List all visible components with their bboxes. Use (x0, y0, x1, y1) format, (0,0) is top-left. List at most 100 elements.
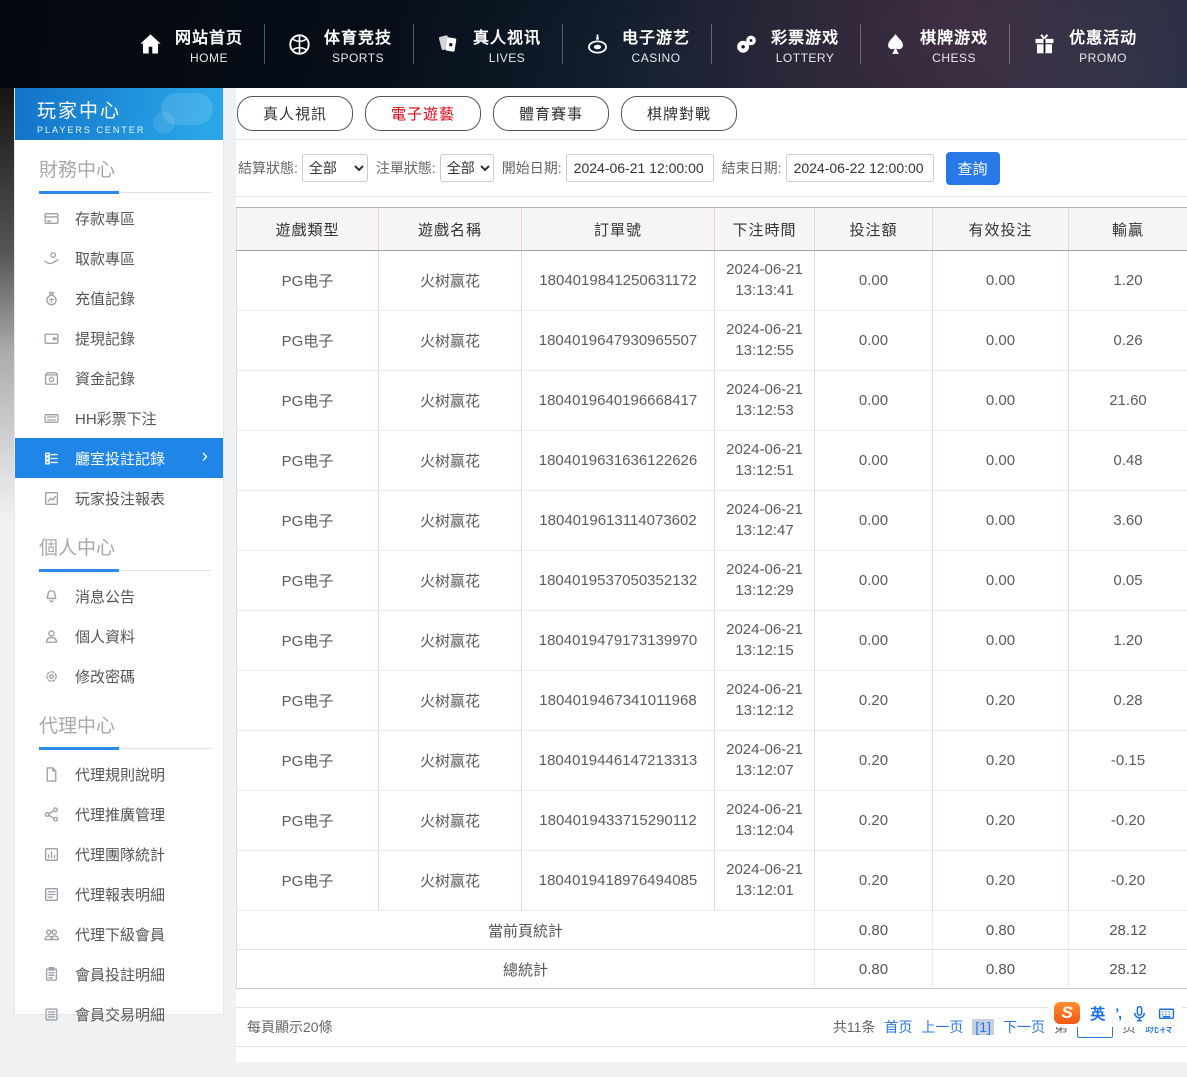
valid-bet-cell: 0.00 (933, 551, 1069, 611)
end-date-input[interactable] (786, 154, 934, 182)
sidebar-item[interactable]: 提現記錄 (15, 318, 223, 358)
pagination-bar: 每頁顯示20條 共11条 首页 上一页 [1] 下一页 第 页 跳转 (236, 1007, 1187, 1047)
win-loss-cell: -0.20 (1069, 851, 1187, 911)
table-row: PG电子火树赢花18040194337152901122024-06-2113:… (237, 791, 1187, 851)
ime-punctuation-toggle[interactable]: ’, (1115, 1005, 1121, 1021)
sidebar-item[interactable]: 存款專區 (15, 198, 223, 238)
sidebar-item-label: 玩家投注報表 (75, 488, 165, 509)
nav-item-promo[interactable]: 优惠活动PROMO (1010, 24, 1158, 65)
background-shade (0, 88, 14, 518)
start-date-label: 開始日期: (502, 158, 562, 178)
nav-label-zh: 真人视讯 (473, 24, 541, 48)
microphone-icon[interactable] (1131, 1005, 1148, 1022)
sidebar-item-label: 取款專區 (75, 248, 135, 269)
summary-label: 總統計 (237, 950, 815, 989)
ime-toolbar: S 英 ’, (1047, 999, 1182, 1027)
nav-item-home[interactable]: 网站首页HOME (116, 24, 264, 65)
sidebar-item[interactable]: 會員交易明細 (15, 994, 223, 1034)
sidebar-item[interactable]: 代理規則說明 (15, 754, 223, 794)
start-date-input[interactable] (566, 154, 714, 182)
virtual-keyboard-icon[interactable] (1158, 1005, 1175, 1022)
win-loss-cell: 21.60 (1069, 371, 1187, 431)
document-icon (43, 766, 60, 783)
bet-amount-cell: 0.00 (815, 371, 933, 431)
sidebar-item[interactable]: 廳室投註記錄› (15, 438, 223, 478)
tab-棋牌對戰[interactable]: 棋牌對戰 (621, 96, 737, 131)
sidebar-item-label: 充值記錄 (75, 288, 135, 309)
sidebar-item[interactable]: 個人資料 (15, 616, 223, 656)
order-status-select[interactable]: 全部 (440, 154, 494, 182)
sidebar-item-label: 代理下級會員 (75, 924, 165, 945)
win-loss-cell: 0.05 (1069, 551, 1187, 611)
next-page-link[interactable]: 下一页 (1003, 1017, 1045, 1037)
sidebar-item[interactable]: 消息公告 (15, 576, 223, 616)
game-name-cell: 火树赢花 (379, 311, 522, 371)
sidebar-item[interactable]: 代理下級會員 (15, 914, 223, 954)
nav-label-zh: 网站首页 (175, 24, 243, 48)
game-type-cell: PG电子 (237, 671, 379, 731)
column-header: 有效投注 (933, 208, 1069, 251)
sidebar-section-title: 財務中心 (15, 140, 223, 182)
order-no-cell: 1804019418976494085 (522, 851, 715, 911)
search-button[interactable]: 查詢 (946, 152, 1000, 185)
table-row: PG电子火树赢花18040196316361226262024-06-2113:… (237, 431, 1187, 491)
report-detail-icon (43, 886, 60, 903)
ime-language-toggle[interactable]: 英 (1090, 1003, 1105, 1024)
sidebar-item[interactable]: 資金記錄 (15, 358, 223, 398)
home-icon (137, 31, 164, 58)
table-row: PG电子火树赢花18040196131140736022024-06-2113:… (237, 491, 1187, 551)
game-type-cell: PG电子 (237, 851, 379, 911)
tab-真人視訊[interactable]: 真人視訊 (237, 96, 353, 131)
current-page-indicator[interactable]: [1] (972, 1019, 994, 1035)
report-chart-icon (43, 490, 60, 507)
total-count-text: 共11条 (833, 1017, 876, 1037)
end-date-label: 結束日期: (722, 158, 782, 178)
nav-label-zh: 体育竞技 (324, 24, 392, 48)
sidebar-item[interactable]: 取款專區 (15, 238, 223, 278)
nav-item-casino[interactable]: 电子游艺CASINO (563, 24, 711, 65)
bet-amount-cell: 0.00 (815, 611, 933, 671)
order-no-cell: 1804019841250631172 (522, 251, 715, 311)
summary-valid-bet: 0.80 (933, 950, 1069, 989)
summary-row: 當前頁統計0.800.8028.12 (237, 911, 1187, 950)
nav-item-lottery[interactable]: 彩票游戏LOTTERY (712, 24, 860, 65)
sidebar-item-label: HH彩票下注 (75, 408, 157, 429)
sidebar-item[interactable]: 代理團隊統計 (15, 834, 223, 874)
lottery-balls-icon (733, 31, 760, 58)
main-content: 真人視訊電子遊藝體育賽事棋牌對戰 結算狀態: 全部 注單狀態: 全部 開始日期:… (236, 88, 1187, 1062)
sidebar-item[interactable]: 玩家投注報表 (15, 478, 223, 518)
bell-icon (43, 588, 60, 605)
sidebar-item-label: 消息公告 (75, 586, 135, 607)
sidebar-item[interactable]: 會員投註明細 (15, 954, 223, 994)
sogou-ime-logo[interactable]: S (1054, 1002, 1080, 1024)
sidebar-item[interactable]: 代理報表明細 (15, 874, 223, 914)
column-header: 訂單號 (522, 208, 715, 251)
tab-體育賽事[interactable]: 體育賽事 (493, 96, 609, 131)
valid-bet-cell: 0.00 (933, 371, 1069, 431)
bet-time-cell: 2024-06-2113:13:41 (715, 251, 815, 311)
roulette-icon (584, 31, 611, 58)
settle-status-select[interactable]: 全部 (302, 154, 368, 182)
sidebar-item[interactable]: 代理推廣管理 (15, 794, 223, 834)
sidebar-item[interactable]: HH彩票下注 (15, 398, 223, 438)
sidebar-item-label: 個人資料 (75, 626, 135, 647)
first-page-link[interactable]: 首页 (884, 1017, 912, 1037)
table-row: PG电子火树赢花18040195370503521322024-06-2113:… (237, 551, 1187, 611)
sidebar-item[interactable]: 充值記錄 (15, 278, 223, 318)
order-no-cell: 1804019631636122626 (522, 431, 715, 491)
tab-電子遊藝[interactable]: 電子遊藝 (365, 96, 481, 131)
summary-bet-amount: 0.80 (815, 950, 933, 989)
nav-label-en: CASINO (632, 51, 681, 65)
sidebar-item-label: 代理推廣管理 (75, 804, 165, 825)
nav-item-sports[interactable]: 体育竞技SPORTS (265, 24, 413, 65)
summary-valid-bet: 0.80 (933, 911, 1069, 950)
game-name-cell: 火树赢花 (379, 791, 522, 851)
sidebar-item[interactable]: 修改密碼 (15, 656, 223, 696)
sidebar-item-label: 廳室投註記錄 (75, 448, 165, 469)
nav-item-chess[interactable]: 棋牌游戏CHESS (861, 24, 1009, 65)
nav-label-zh: 优惠活动 (1069, 24, 1137, 48)
prev-page-link[interactable]: 上一页 (921, 1017, 963, 1037)
bet-amount-cell: 0.00 (815, 491, 933, 551)
bet-records-table: 遊戲類型遊戲名稱訂單號下注時間投注額有效投注輸贏 PG电子火树赢花1804019… (236, 207, 1187, 989)
nav-item-lives[interactable]: 真人视讯LIVES (414, 24, 562, 65)
